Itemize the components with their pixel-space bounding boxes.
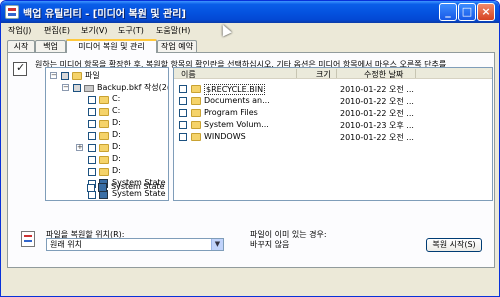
tab-backup[interactable]: 백업: [35, 40, 66, 52]
window-title: 백업 유틸리티 - [미디어 복원 및 관리]: [23, 9, 186, 20]
backup-media-icon: [84, 85, 94, 92]
menu-view[interactable]: 보기(V): [81, 25, 107, 36]
column-separator[interactable]: [296, 69, 297, 78]
item-name: Program Files: [204, 108, 258, 117]
checkbox[interactable]: [179, 97, 187, 105]
list-item[interactable]: $RECYCLE.BIN 2010-01-22 오전 ...: [174, 84, 492, 95]
folder-icon: [99, 156, 109, 164]
checkbox[interactable]: [88, 156, 96, 164]
checkbox[interactable]: [179, 109, 187, 117]
checkbox[interactable]: [61, 72, 69, 80]
menu-tools[interactable]: 도구(T): [118, 25, 144, 36]
system-state-icon: [98, 183, 107, 192]
folder-icon: [99, 132, 109, 140]
folder-icon: [72, 72, 82, 80]
tree-root-label: 파일: [85, 71, 100, 80]
item-date: 2010-01-22 오전 ...: [340, 133, 414, 142]
column-name[interactable]: 이름: [181, 69, 196, 80]
checkbox[interactable]: [88, 191, 96, 199]
checkbox[interactable]: [73, 84, 81, 92]
tab-schedule[interactable]: 작업 예약: [157, 40, 197, 52]
item-name: Documents an...: [204, 96, 270, 105]
checkbox[interactable]: [88, 96, 96, 104]
folder-icon: [191, 109, 201, 117]
folder-icon: [99, 168, 109, 176]
column-modified[interactable]: 수정한 날짜: [364, 69, 403, 80]
media-tree[interactable]: − 파일 − Backup.bkf 작성(2( C: C: D: D: + D:…: [45, 67, 169, 201]
column-size[interactable]: 크기: [316, 69, 331, 80]
list-item[interactable]: Documents an... 2010-01-22 오전 ...: [174, 96, 492, 107]
restore-location-select[interactable]: 원래 위치 ▼: [46, 238, 224, 251]
drive-label: C:: [112, 106, 121, 115]
folder-icon: [191, 97, 201, 105]
system-state-label: System State: [111, 182, 165, 191]
close-button[interactable]: ×: [477, 3, 495, 21]
menu-bar: 작업(J) 편집(E) 보기(V) 도구(T) 도움말(H): [2, 23, 498, 39]
restore-document-icon: [21, 231, 35, 247]
tab-start[interactable]: 시작: [7, 40, 35, 52]
file-list-header: 이름 크기 수정한 날짜: [174, 68, 492, 80]
expand-icon[interactable]: +: [76, 144, 83, 151]
list-item[interactable]: System Volum... 2010-01-23 오후 ...: [174, 120, 492, 131]
menu-help[interactable]: 도움말(H): [156, 25, 190, 36]
folder-icon: [99, 120, 109, 128]
folder-icon: [191, 121, 201, 129]
menu-job[interactable]: 작업(J): [8, 25, 31, 36]
collapse-icon[interactable]: −: [62, 84, 69, 91]
checkbox[interactable]: [88, 144, 96, 152]
folder-icon: [99, 144, 109, 152]
title-bar[interactable]: 백업 유틸리티 - [미디어 복원 및 관리] _ □ ×: [1, 1, 499, 23]
folder-icon: [99, 108, 109, 116]
tree-backup-label: Backup.bkf 작성(2(: [97, 83, 169, 92]
item-name: $RECYCLE.BIN: [204, 84, 266, 95]
backup-app-icon: [5, 5, 19, 19]
column-separator[interactable]: [336, 69, 337, 78]
file-exists-value: 바꾸지 않음: [250, 240, 290, 249]
drive-label: D:: [112, 130, 121, 139]
checkbox[interactable]: [179, 133, 187, 141]
maximize-button[interactable]: □: [458, 3, 476, 21]
checkbox[interactable]: [179, 85, 187, 93]
folder-icon: [191, 133, 201, 141]
checkmark-icon: [13, 61, 27, 76]
folder-icon: [99, 96, 109, 104]
item-date: 2010-01-22 오전 ...: [340, 85, 414, 94]
checkbox[interactable]: [179, 121, 187, 129]
checkbox[interactable]: [88, 132, 96, 140]
checkbox[interactable]: [88, 108, 96, 116]
drive-label: D:: [112, 118, 121, 127]
drive-label: D:: [112, 166, 121, 175]
checkbox[interactable]: [88, 120, 96, 128]
folder-icon: [191, 85, 201, 93]
file-list[interactable]: 이름 크기 수정한 날짜 $RECYCLE.BIN 2010-01-22 오전 …: [173, 67, 493, 201]
item-date: 2010-01-22 오전 ...: [340, 97, 414, 106]
item-name: System Volum...: [204, 120, 269, 129]
item-date: 2010-01-22 오전 ...: [340, 109, 414, 118]
chevron-down-icon[interactable]: ▼: [211, 239, 223, 250]
collapse-icon[interactable]: −: [50, 72, 57, 79]
list-item[interactable]: Program Files 2010-01-22 오전 ...: [174, 108, 492, 119]
menu-edit[interactable]: 편집(E): [44, 25, 70, 36]
start-restore-button[interactable]: 복원 시작(S): [426, 238, 482, 252]
item-name: WINDOWS: [204, 132, 246, 141]
backup-utility-window: 백업 유틸리티 - [미디어 복원 및 관리] _ □ × 작업(J) 편집(E…: [0, 0, 500, 297]
tab-restore-manage[interactable]: 미디어 복원 및 관리: [66, 39, 157, 53]
item-date: 2010-01-23 오후 ...: [340, 121, 414, 130]
column-separator[interactable]: [415, 69, 416, 78]
restore-location-value: 원래 위치: [50, 240, 82, 249]
drive-label: C:: [112, 94, 121, 103]
drive-label: D:: [112, 154, 121, 163]
minimize-button[interactable]: _: [439, 3, 457, 21]
drive-label: D:: [112, 142, 121, 151]
list-item[interactable]: WINDOWS 2010-01-22 오전 ...: [174, 132, 492, 143]
checkbox[interactable]: [87, 184, 95, 192]
checkbox[interactable]: [88, 168, 96, 176]
